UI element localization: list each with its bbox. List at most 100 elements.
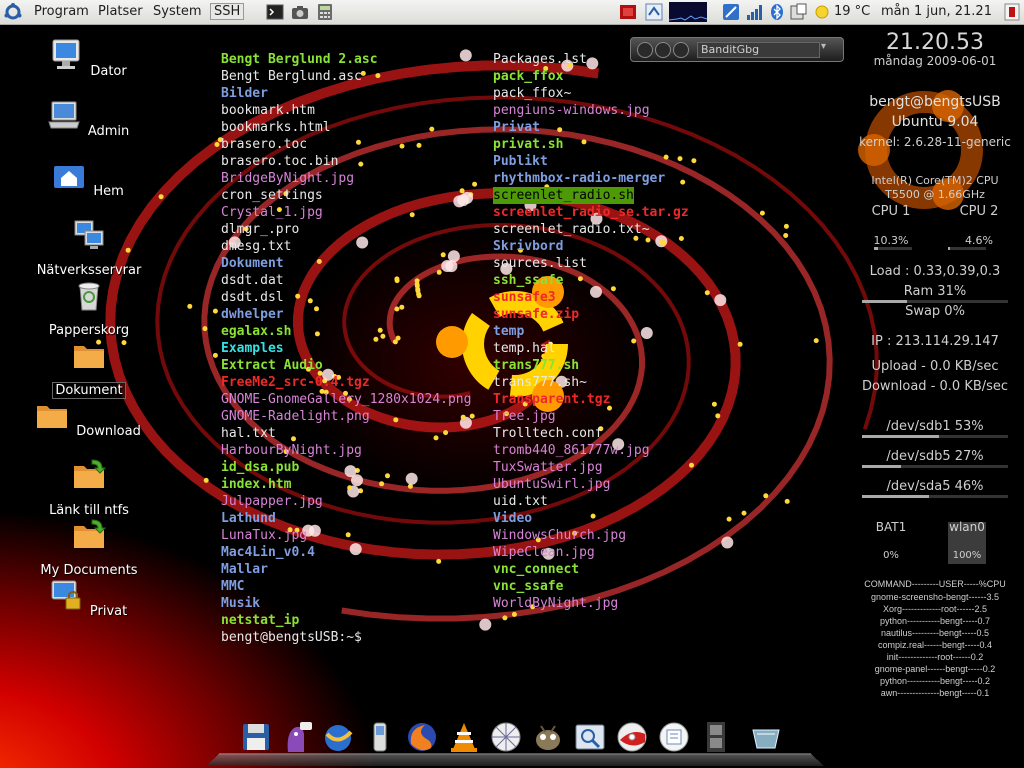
vlc-icon[interactable] [447, 720, 481, 754]
conky-cpu1-label: CPU 1 [871, 204, 911, 219]
ls-entry: Privat [493, 120, 540, 135]
desktop-icon-my-documents[interactable]: My Documents [34, 518, 144, 578]
menu-platser[interactable]: Platser [98, 4, 143, 19]
ubuntu-logo-icon[interactable] [4, 3, 22, 21]
dock-shelf [206, 753, 824, 766]
clock-label[interactable]: mån 1 jun, 21.21 [881, 4, 992, 19]
logout-icon[interactable] [1003, 3, 1021, 21]
desktop-icon-dator[interactable]: Dator [34, 38, 144, 79]
sparkle [704, 290, 710, 296]
play-button[interactable] [655, 42, 671, 58]
disk-bar-fill [862, 435, 939, 438]
sparkle [158, 194, 164, 200]
radio-station-select[interactable]: BanditGbg [697, 42, 820, 58]
sparkle [813, 338, 819, 344]
rss-icon[interactable] [722, 3, 740, 21]
weather-sun-icon[interactable] [815, 5, 829, 19]
ls-entry: Skrivbord [493, 239, 564, 254]
bluetooth-icon[interactable] [768, 3, 786, 21]
process-row: nautilus---------bengt-----0.5 [880, 628, 989, 638]
ls-entry: TuxSwatter.jpg [493, 460, 603, 475]
folder-icon [37, 406, 68, 428]
desktop-icon-download[interactable]: Download [34, 398, 144, 439]
sparkle [726, 516, 732, 522]
ls-entry: pack_ffox [493, 69, 564, 84]
conky-wlan-value: 100% [952, 550, 982, 561]
desktop-icon-label: Papperskorg [48, 323, 130, 338]
update-icon[interactable] [645, 3, 663, 21]
desktop-icon-natverksservrar[interactable]: Nätverksservrar [34, 218, 144, 278]
calculator-icon[interactable] [316, 3, 334, 21]
ls-entry: LunaTux.jpg [221, 528, 308, 543]
ls-entry: MMC [221, 579, 245, 594]
desktop-icon-papperskorg[interactable]: Papperskorg [34, 278, 144, 338]
sparkle [784, 498, 790, 504]
desktop-icon-privat[interactable]: Privat [34, 578, 144, 619]
process-row: gnome-panel------bengt-----0.2 [874, 664, 996, 674]
signal-icon[interactable] [745, 3, 763, 21]
sparkle [212, 352, 218, 358]
film-icon[interactable] [699, 720, 733, 754]
conky-process-header: COMMAND---------USER-----%CPU [864, 579, 1006, 589]
image-viewer-icon[interactable] [573, 720, 607, 754]
process-row: python-----------bengt-----0.7 [879, 616, 990, 626]
ls-entry: Bilder [221, 86, 268, 101]
desktop-icon-lank-till-ntfs[interactable]: Länk till ntfs [34, 458, 144, 518]
sparkle [759, 210, 765, 216]
desktop-icon-label: Privat [89, 604, 128, 619]
cpu2-bar-fill [948, 247, 950, 250]
ls-entry: dwhelper [221, 307, 284, 322]
firefox-icon[interactable] [405, 720, 439, 754]
ls-entry: pack_ffox~ [493, 86, 572, 101]
conky-cpu1-value: 10.3% [873, 234, 909, 247]
ls-entry: Dokument [221, 256, 284, 271]
conky-ip: IP : 213.114.29.147 [871, 334, 999, 349]
sparkle [472, 181, 478, 187]
terminal-icon[interactable] [266, 3, 284, 21]
chevron-down-icon[interactable]: ▾ [821, 41, 835, 57]
menu-system[interactable]: System [153, 4, 201, 19]
network-monitor-icon[interactable] [668, 2, 708, 22]
ls-entry: dsdt.dsl [221, 290, 284, 305]
sparkle [691, 158, 697, 164]
ram-bar-fill [862, 300, 907, 303]
ls-entry: screenlet_radio.sh [493, 187, 634, 204]
sparkle [214, 142, 220, 147]
floppy-save-icon[interactable] [239, 720, 273, 754]
conky-disk-label: /dev/sdb5 27% [886, 449, 984, 464]
ls-entry: brasero.toc [221, 137, 308, 152]
desktop-icon-dokument[interactable]: Dokument [34, 338, 144, 399]
sparkle [721, 536, 734, 549]
previous-button[interactable] [637, 42, 653, 58]
ls-entry: screenlet_radio_se.tar.gz [493, 205, 689, 220]
menu-program[interactable]: Program [34, 4, 89, 19]
ls-entry: Crystal_1.jpg [221, 205, 323, 220]
ssh-button[interactable]: SSH [210, 3, 245, 20]
conky-user: bengt@bengtsUSB [869, 94, 1001, 110]
mobile-phone-icon[interactable] [363, 720, 397, 754]
disk-icon[interactable] [615, 720, 649, 754]
web-icon[interactable] [489, 720, 523, 754]
process-row: compiz.real------bengt-----0.4 [877, 640, 993, 650]
trash-dock-icon[interactable] [749, 720, 783, 754]
conky-upload: Upload - 0.0 KB/sec [871, 359, 999, 374]
desktop-icon-admin[interactable]: Admin [34, 98, 144, 139]
conky-load: Load : 0.33,0.39,0.3 [869, 264, 1001, 279]
ls-entry: hal.txt [221, 426, 276, 441]
gimp-icon[interactable] [531, 720, 565, 754]
pidgin-icon[interactable] [280, 720, 314, 754]
desktop-icon-hem[interactable]: Hem [34, 158, 144, 199]
sticky-notes-icon[interactable] [657, 720, 691, 754]
notes-icon[interactable] [619, 3, 637, 21]
stop-button[interactable] [673, 42, 689, 58]
computer-icon [52, 39, 80, 69]
desktop-icon-label: Länk till ntfs [49, 503, 129, 518]
ls-entry: vnc_connect [493, 562, 580, 577]
power-icon[interactable] [790, 3, 808, 21]
home-folder-icon [54, 166, 85, 188]
camera-icon[interactable] [291, 3, 309, 21]
process-row: gnome-screensho-bengt------3.5 [870, 592, 1000, 602]
temperature-label[interactable]: 19 °C [834, 4, 870, 19]
thunderbird-icon[interactable] [321, 720, 355, 754]
ls-entry: netstat_ip [221, 613, 300, 628]
